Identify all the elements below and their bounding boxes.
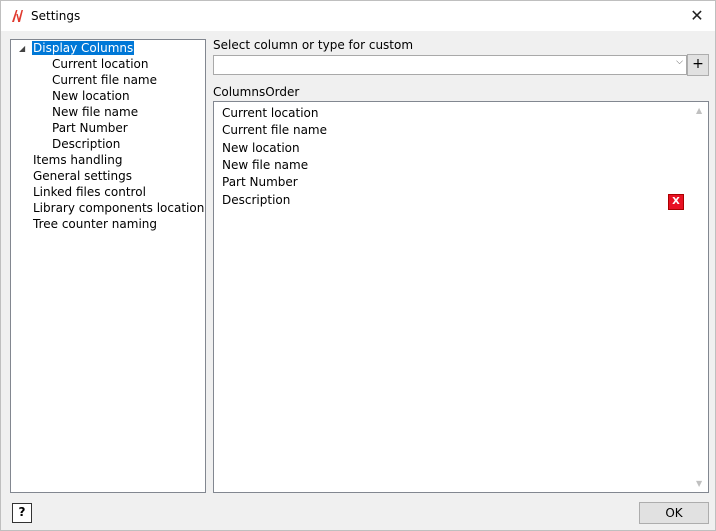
columns-order-list[interactable]: Current location Current file name New l… [213,101,709,493]
ok-button[interactable]: OK [639,502,709,524]
columns-order-label: ColumnsOrder [213,85,300,99]
column-select-combobox[interactable]: ⌵ [213,55,687,75]
list-item[interactable]: Description [222,192,290,209]
tree-item-label: Display Columns [32,41,135,55]
tree-subitem[interactable]: New file name [52,104,138,120]
tree-item-tree-counter-naming[interactable]: Tree counter naming [33,216,157,232]
column-select-label: Select column or type for custom [213,38,414,52]
tree-subitem[interactable]: New location [52,88,130,104]
scroll-up-icon[interactable]: ▲ [696,106,702,115]
tree-item-items-handling[interactable]: Items handling [33,152,122,168]
tree-item-display-columns[interactable]: Display Columns [32,40,135,56]
tree-item-general-settings[interactable]: General settings [33,168,132,184]
tree-subitem[interactable]: Part Number [52,120,128,136]
settings-tree[interactable]: ◢ Display Columns Current location Curre… [10,39,206,493]
app-logo-icon [12,10,23,23]
window-title: Settings [31,9,81,23]
delete-item-button[interactable]: X [668,194,684,210]
close-icon: ✕ [690,6,704,25]
add-column-button[interactable]: + [687,54,709,76]
settings-window: Settings ✕ ◢ Display Columns Current loc… [0,0,716,531]
list-item[interactable]: Current location [222,105,319,122]
list-item[interactable]: New location [222,140,300,157]
tree-subitem[interactable]: Current file name [52,72,157,88]
tree-item-library-components-location[interactable]: Library components location [33,200,204,216]
list-item[interactable]: Current file name [222,122,327,139]
title-bar: Settings ✕ [1,1,715,31]
tree-subitem[interactable]: Description [52,136,120,152]
collapse-triangle-icon[interactable]: ◢ [19,44,25,53]
tree-item-linked-files-control[interactable]: Linked files control [33,184,146,200]
tree-subitem[interactable]: Current location [52,56,149,72]
vertical-scrollbar[interactable]: ▲ ▼ [692,102,708,492]
list-item[interactable]: Part Number [222,174,298,191]
list-item[interactable]: New file name [222,157,308,174]
help-button[interactable]: ? [12,503,32,523]
chevron-down-icon[interactable]: ⌵ [676,57,683,67]
close-button[interactable]: ✕ [685,5,709,27]
scroll-down-icon[interactable]: ▼ [696,479,702,488]
